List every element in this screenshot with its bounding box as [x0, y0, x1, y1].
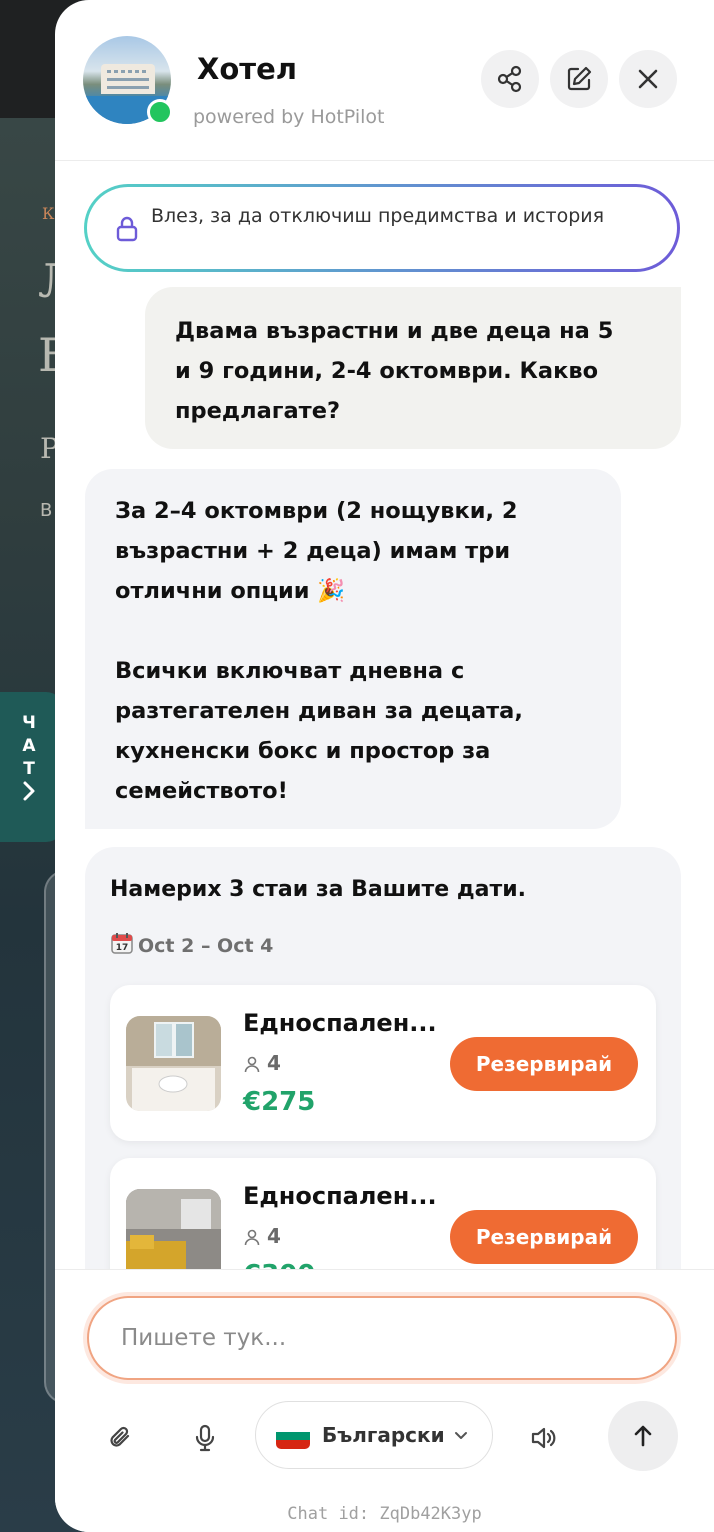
share-button[interactable]	[481, 50, 539, 108]
svg-text:17: 17	[116, 943, 129, 953]
room-results-card: Намерих 3 стаи за Вашите дати. 17 Oct 2 …	[85, 847, 681, 1269]
send-button[interactable]	[608, 1401, 678, 1471]
bot-message-text: За 2–4 октомври (2 нощувки, 2 възрастни …	[115, 498, 523, 804]
chat-tab-label: Ч А Т	[22, 713, 36, 779]
message-input[interactable]	[87, 1296, 677, 1380]
room-guests: 4	[243, 1224, 281, 1248]
powered-by-label: powered by HotPilot	[193, 106, 385, 128]
chat-widget: Хотел powered by HotPilot Влез, за да от…	[55, 0, 714, 1532]
chat-id: Chat id: ZqDb42K3yp	[287, 1504, 482, 1524]
background-text: К	[42, 204, 55, 223]
login-banner-text: Влез, за да отключиш предимства и истори…	[151, 205, 605, 227]
room-guests: 4	[243, 1051, 281, 1075]
user-message: Двама възрастни и две деца на 5 и 9 годи…	[145, 287, 681, 449]
close-button[interactable]	[619, 50, 677, 108]
chevron-right-icon	[23, 781, 35, 801]
speaker-icon	[531, 1427, 556, 1449]
close-icon	[638, 69, 658, 89]
room-results-title: Намерих 3 стаи за Вашите дати.	[110, 877, 527, 902]
chat-header: Хотел powered by HotPilot	[55, 0, 714, 161]
microphone-icon	[195, 1424, 215, 1452]
room-photo	[126, 1016, 221, 1111]
new-chat-button[interactable]	[550, 50, 608, 108]
online-status-indicator	[147, 99, 173, 125]
person-icon	[244, 1056, 260, 1073]
room-name: Едноспален...	[243, 1009, 437, 1037]
bot-message: За 2–4 октомври (2 нощувки, 2 възрастни …	[85, 469, 621, 829]
lock-icon	[116, 216, 138, 242]
user-message-text: Двама възрастни и две деца на 5 и 9 годи…	[175, 318, 614, 424]
message-list[interactable]: Влез, за да отключиш предимства и истори…	[55, 161, 714, 1269]
chevron-down-icon	[455, 1432, 467, 1439]
arrow-up-icon	[634, 1425, 652, 1447]
edit-icon	[567, 66, 592, 91]
microphone-button[interactable]	[185, 1418, 225, 1458]
calendar-icon: 17	[111, 933, 133, 954]
share-icon	[497, 65, 522, 93]
person-icon	[244, 1229, 260, 1246]
reserve-button[interactable]: Резервирай	[450, 1037, 638, 1091]
room-name: Едноспален...	[243, 1182, 437, 1210]
hotel-name: Хотел	[197, 52, 297, 86]
paperclip-icon	[110, 1426, 130, 1447]
room-card[interactable]: Едноспален... 4 €300 Резервирай	[110, 1158, 656, 1269]
login-banner[interactable]: Влез, за да отключиш предимства и истори…	[84, 184, 680, 272]
room-price: €300	[243, 1260, 315, 1269]
language-label: Български	[322, 1423, 445, 1447]
language-select[interactable]: Български	[255, 1401, 493, 1469]
room-photo	[126, 1189, 221, 1269]
background-text: В	[40, 500, 53, 521]
room-price: €275	[243, 1087, 316, 1117]
bulgarian-flag-icon	[276, 1423, 310, 1449]
reserve-button[interactable]: Резервирай	[450, 1210, 638, 1264]
sound-toggle-button[interactable]	[523, 1418, 563, 1458]
room-results-dates: 17 Oct 2 – Oct 4	[110, 931, 273, 957]
attach-button[interactable]	[101, 1418, 141, 1458]
message-input-wrapper	[83, 1292, 681, 1384]
room-card[interactable]: Едноспален... 4 €275 Резервирай	[110, 985, 656, 1141]
message-composer: Български Chat id: ZqDb42K3yp	[55, 1269, 714, 1532]
